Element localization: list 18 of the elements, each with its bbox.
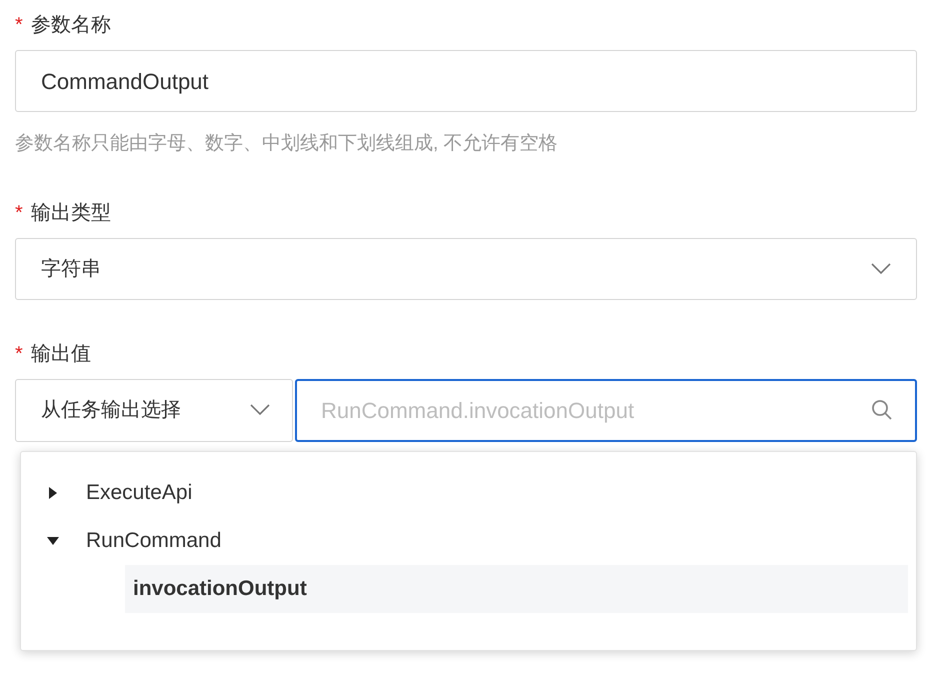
chevron-down-icon	[250, 404, 270, 416]
source-select[interactable]: 从任务输出选择	[15, 378, 293, 442]
search-icon	[871, 399, 893, 421]
tree-item[interactable]: RunCommand	[21, 517, 916, 565]
required-mark: *	[15, 200, 23, 226]
field-hint: 参数名称只能由字母、数字、中划线和下划线组成, 不允许有空格	[15, 132, 559, 156]
caret-down-icon[interactable]	[47, 535, 59, 547]
chevron-down-icon	[871, 262, 891, 274]
caret-right-icon[interactable]	[47, 487, 59, 499]
select-field[interactable]: 字符串	[15, 238, 917, 300]
required-mark: *	[15, 342, 23, 366]
field-label: 参数名称	[30, 13, 111, 38]
input-field[interactable]: CommandOutput	[15, 50, 917, 112]
required-mark: *	[15, 13, 23, 38]
field-label: 输出类型	[30, 200, 111, 226]
tree-item[interactable]: ExecuteApi	[21, 469, 916, 517]
tree-item[interactable]: invocationOutput	[125, 565, 908, 613]
field-label: 输出值	[30, 342, 91, 366]
